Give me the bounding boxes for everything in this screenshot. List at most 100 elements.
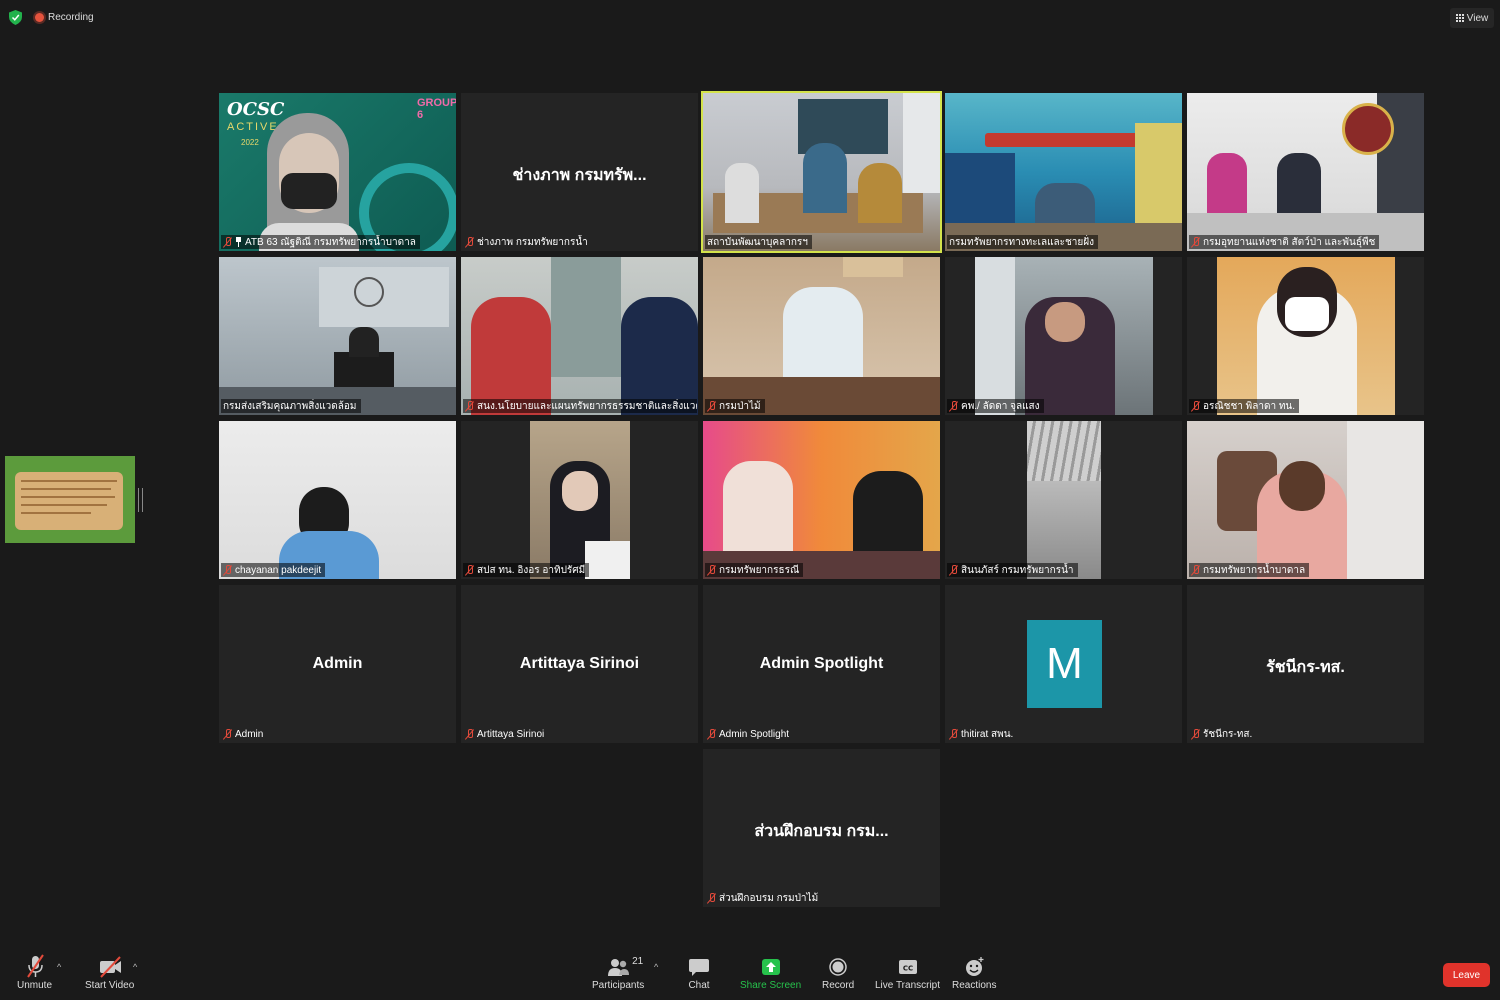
mic-muted-icon [1191, 400, 1200, 412]
participant-video [1027, 421, 1101, 579]
participant-name-label: กรมส่งเสริมคุณภาพสิ่งแวดล้อม [221, 399, 361, 413]
participant-tile[interactable]: สปส ทน. อิงอร อาทิปรัศมี [461, 421, 698, 579]
video-options-caret-icon[interactable]: ^ [133, 962, 137, 972]
thumbnail-drag-handle[interactable] [138, 488, 143, 512]
video-off-icon [99, 956, 121, 978]
participant-tile[interactable]: M thitirat สพน. [945, 585, 1182, 743]
participant-name-label: Admin Spotlight [705, 727, 793, 741]
unmute-button[interactable]: Unmute [17, 954, 52, 991]
participant-name-label: กรมทรัพยากรธรณี [705, 563, 804, 577]
chat-icon [689, 959, 709, 976]
mic-muted-icon [465, 564, 474, 576]
participant-tile[interactable]: ส่วนฝึกอบรม กรม... ส่วนฝึกอบรม กรมป่าไม้ [703, 749, 940, 907]
participant-tile[interactable]: รัชนีกร-ทส. รัชนีกร-ทส. [1187, 585, 1424, 743]
audio-options-caret-icon[interactable]: ^ [57, 962, 61, 972]
reactions-label: Reactions [952, 980, 997, 991]
participant-name-label: thitirat สพน. [947, 727, 1017, 741]
mic-muted-icon [949, 728, 958, 740]
participant-tile[interactable]: สินนภัสร์ กรมทรัพยากรน้ำ [945, 421, 1182, 579]
leave-button[interactable]: Leave [1443, 963, 1490, 987]
participant-video [461, 257, 698, 415]
mic-muted-icon [1191, 564, 1200, 576]
participant-tile[interactable]: กรมส่งเสริมคุณภาพสิ่งแวดล้อม [219, 257, 456, 415]
reactions-button[interactable]: Reactions [952, 954, 996, 991]
record-icon [829, 958, 847, 976]
participant-display-name: ช่างภาพ กรมทรัพ... [512, 167, 647, 184]
participant-tile[interactable]: OCSC ACTIVE 2022 GROUP 6 ATB 63 ณัฐติณี … [219, 93, 456, 251]
participant-tile[interactable]: กรมทรัพยากรทางทะเลและชายฝั่ง [945, 93, 1182, 251]
participant-name: ATB 63 ณัฐติณี กรมทรัพยากรน้ำบาดาล [245, 236, 416, 248]
security-shield-icon[interactable] [9, 10, 22, 25]
view-button[interactable]: View [1450, 8, 1494, 28]
participant-tile[interactable]: อรณิชชา พิลาดา ทน. [1187, 257, 1424, 415]
closed-caption-icon: CC [898, 960, 917, 974]
participant-name-label: สถาบันพัฒนาบุคลากรฯ [705, 235, 812, 249]
participant-name: กรมทรัพยากรน้ำบาดาล [1203, 564, 1306, 576]
participant-name: กรมอุทยานแห่งชาติ สัตว์ป่า และพันธุ์พืช [1203, 236, 1376, 248]
mic-muted-icon [707, 400, 716, 412]
mic-muted-icon [465, 400, 474, 412]
participant-name-label: ATB 63 ณัฐติณี กรมทรัพยากรน้ำบาดาล [221, 235, 420, 249]
participant-name-label: อรณิชชา พิลาดา ทน. [1189, 399, 1300, 413]
participant-tile[interactable]: สนง.นโยบายและแผนทรัพยากรธรรมชาติและสิ่งแ… [461, 257, 698, 415]
participant-name-label: กรมป่าไม้ [705, 399, 765, 413]
start-video-button[interactable]: Start Video [85, 954, 134, 991]
participant-name: สนง.นโยบายและแผนทรัพยากรธรรมชาติและสิ่งแ… [477, 400, 697, 412]
mic-muted-icon [949, 400, 958, 412]
live-transcript-button[interactable]: CC Live Transcript [875, 954, 940, 991]
participant-tile[interactable]: Admin Spotlight Admin Spotlight [703, 585, 940, 743]
mic-muted-icon [1191, 236, 1200, 248]
participant-name: อรณิชชา พิลาดา ทน. [1203, 400, 1296, 412]
participant-name-label: รัชนีกร-ทส. [1189, 727, 1256, 741]
live-transcript-label: Live Transcript [875, 980, 941, 991]
chat-button[interactable]: Chat [684, 954, 714, 991]
participant-video: OCSC ACTIVE 2022 GROUP 6 [219, 93, 456, 251]
participants-options-caret-icon[interactable]: ^ [654, 962, 658, 972]
participants-button[interactable]: 21 Participants [592, 954, 644, 991]
participant-display-name: ส่วนฝึกอบรม กรม... [754, 823, 889, 840]
participant-video [219, 421, 456, 579]
participants-count: 21 [632, 956, 644, 967]
mic-muted-icon [26, 954, 44, 978]
participant-tile-active-speaker[interactable]: สถาบันพัฒนาบุคลากรฯ [701, 91, 942, 253]
mic-muted-icon [223, 236, 232, 248]
participant-name: กรมส่งเสริมคุณภาพสิ่งแวดล้อม [223, 400, 357, 412]
participant-tile[interactable]: คพ./ ลัดดา จุลแสง [945, 257, 1182, 415]
recording-indicator[interactable]: Recording [35, 12, 94, 23]
participant-tile[interactable]: Admin Admin [219, 585, 456, 743]
share-screen-button[interactable]: Share Screen [740, 954, 801, 991]
participant-tile[interactable]: ช่างภาพ กรมทรัพ... ช่างภาพ กรมทรัพยากรน้… [461, 93, 698, 251]
participant-display-name: รัชนีกร-ทส. [1266, 659, 1345, 676]
participant-name: thitirat สพน. [961, 728, 1014, 740]
top-bar: Recording View [0, 0, 1500, 36]
participant-tile[interactable]: กรมอุทยานแห่งชาติ สัตว์ป่า และพันธุ์พืช [1187, 93, 1424, 251]
recording-label: Recording [48, 12, 94, 23]
participant-name: ช่างภาพ กรมทรัพยากรน้ำ [477, 236, 588, 248]
record-button[interactable]: Record [822, 954, 854, 991]
participant-video [530, 421, 630, 579]
participants-label: Participants [592, 980, 645, 991]
mic-muted-icon [707, 892, 716, 904]
participant-tile[interactable]: กรมป่าไม้ [703, 257, 940, 415]
participants-icon [608, 959, 630, 976]
participant-video [219, 257, 456, 415]
participant-video [1217, 257, 1395, 415]
participant-name: สปส ทน. อิงอร อาทิปรัศมี [477, 564, 586, 576]
reactions-smiley-icon [966, 957, 984, 976]
participant-name-label: สปส ทน. อิงอร อาทิปรัศมี [463, 563, 590, 577]
participant-tile[interactable]: Artittaya Sirinoi Artittaya Sirinoi [461, 585, 698, 743]
share-screen-label: Share Screen [740, 980, 802, 991]
participant-name: chayanan pakdeejit [235, 564, 322, 576]
group-logo: GROUP 6 [417, 97, 456, 121]
participant-name-label: คพ./ ลัดดา จุลแสง [947, 399, 1044, 413]
participant-tile[interactable]: chayanan pakdeejit [219, 421, 456, 579]
participant-tile[interactable]: กรมทรัพยากรธรณี [703, 421, 940, 579]
chat-label: Chat [688, 980, 710, 991]
year-logo: 2022 [241, 138, 259, 147]
participant-name-label: สินนภัสร์ กรมทรัพยากรน้ำ [947, 563, 1078, 577]
participant-name: Admin Spotlight [719, 728, 790, 740]
self-view-thumbnail[interactable] [5, 456, 135, 543]
participant-name-label: สนง.นโยบายและแผนทรัพยากรธรรมชาติและสิ่งแ… [463, 399, 697, 413]
participant-tile[interactable]: กรมทรัพยากรน้ำบาดาล [1187, 421, 1424, 579]
participant-video [1187, 93, 1424, 251]
